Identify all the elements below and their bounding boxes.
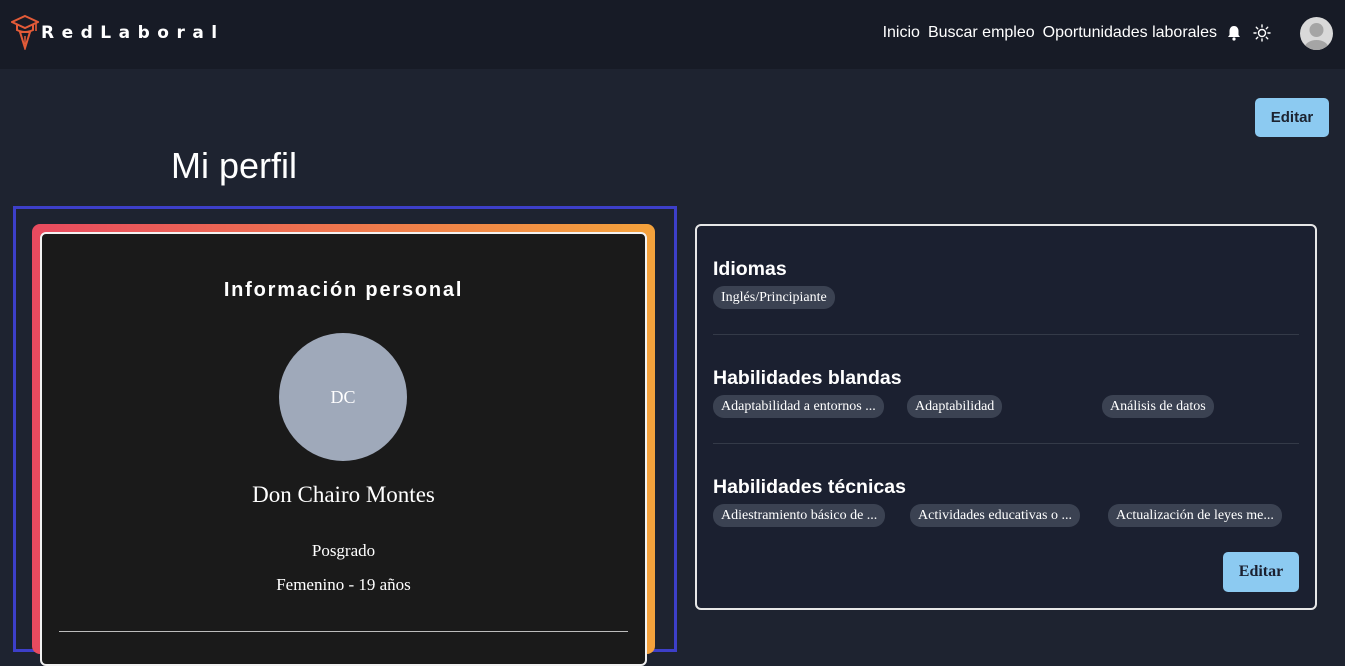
person-gender-age: Femenino - 19 años — [276, 575, 411, 594]
technical-skill-tag: Actualización de leyes me... — [1108, 504, 1282, 527]
idiomas-heading: Idiomas — [713, 258, 787, 280]
page-title: Mi perfil — [171, 145, 298, 186]
edit-profile-button[interactable]: Editar — [1255, 98, 1329, 137]
person-degree: Posgrado — [311, 541, 376, 560]
technical-skill-tag: Adiestramiento básico de ... — [713, 504, 886, 527]
nav-link-inicio[interactable]: Inicio — [883, 24, 920, 42]
technical-skill-tag: Actividades educativas o ... — [910, 504, 1080, 527]
language-tag: Inglés/Principiante — [713, 286, 835, 309]
person-name: Don Chairo Montes — [252, 482, 435, 507]
sun-icon[interactable] — [1253, 24, 1271, 42]
bell-icon[interactable] — [1225, 24, 1243, 42]
nav-links: Inicio Buscar empleo Oportunidades labor… — [883, 24, 1271, 42]
divider — [713, 443, 1299, 444]
user-icon — [1304, 23, 1329, 50]
nav-link-oportunidades[interactable]: Oportunidades laborales — [1043, 24, 1217, 42]
soft-skill-tag: Adaptabilidad — [907, 395, 1003, 418]
skills-card: Idiomas Inglés/Principiante Habilidades … — [695, 224, 1317, 610]
divider — [713, 334, 1299, 335]
graduation-cap-icon — [11, 14, 39, 50]
soft-skills-heading: Habilidades blandas — [713, 367, 902, 389]
divider — [59, 631, 628, 632]
personal-info-title: Información personal — [223, 279, 464, 301]
soft-skill-tag: Análisis de datos — [1102, 395, 1214, 418]
nav-link-buscar-empleo[interactable]: Buscar empleo — [928, 24, 1035, 42]
brand-logo[interactable]: RedLaboral — [11, 14, 225, 50]
user-avatar[interactable] — [1300, 17, 1333, 50]
brand-name: RedLaboral — [41, 23, 225, 43]
profile-avatar: DC — [279, 333, 407, 461]
technical-skills-heading: Habilidades técnicas — [713, 476, 906, 498]
soft-skill-tag: Adaptabilidad a entornos ... — [713, 395, 884, 418]
edit-skills-button[interactable]: Editar — [1223, 552, 1299, 592]
personal-info-card: Información personal DC Don Chairo Monte… — [40, 232, 647, 666]
avatar-initials: DC — [330, 386, 356, 407]
navbar: RedLaboral Inicio Buscar empleo Oportuni… — [0, 0, 1345, 69]
